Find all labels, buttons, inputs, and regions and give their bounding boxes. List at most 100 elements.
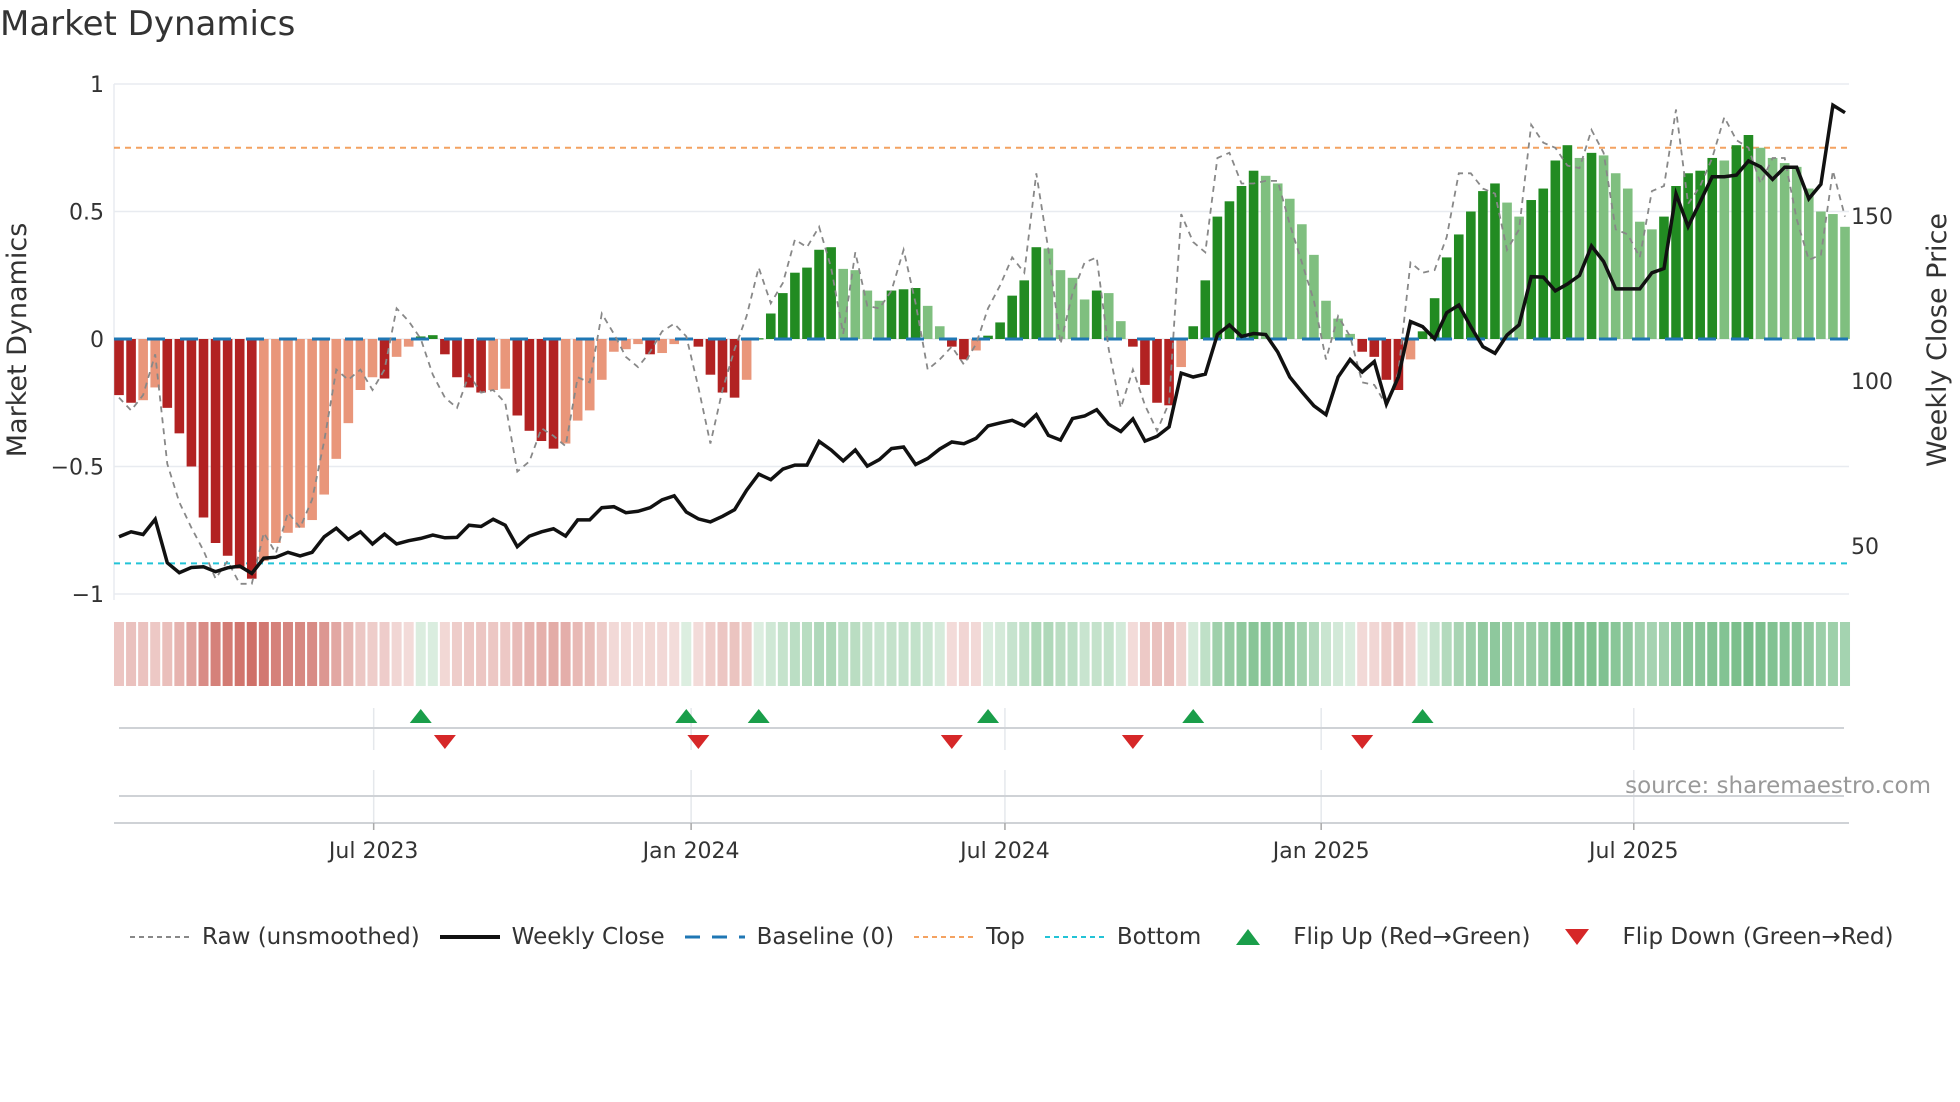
heat-strip-cell <box>258 622 269 686</box>
heat-strip-cell <box>524 622 535 686</box>
heat-strip-cell <box>439 622 450 686</box>
dynamics-bar <box>1212 216 1223 339</box>
y-right-tick-label: 150 <box>1851 205 1893 230</box>
heat-strip-cell <box>1393 622 1404 686</box>
heat-strip-cell <box>1248 622 1259 686</box>
y-axis-title: Market Dynamics <box>2 223 33 458</box>
heat-strip-cell <box>765 622 776 686</box>
dynamics-bar <box>1224 201 1235 339</box>
legend-label-baseline: Baseline (0) <box>756 924 895 950</box>
dynamics-bar <box>222 339 233 556</box>
dynamics-bar <box>1574 157 1585 339</box>
heat-strip-cell <box>1007 622 1018 686</box>
heat-strip-cell <box>355 622 366 686</box>
flip-down-marker <box>1351 735 1374 749</box>
dynamics-bar <box>1381 339 1392 380</box>
dynamics-bar <box>1091 290 1102 339</box>
dynamics-bar <box>741 339 752 380</box>
heat-strip-cell <box>1139 622 1150 686</box>
heat-strip-cell <box>343 622 354 686</box>
flip-up-marker <box>409 709 432 723</box>
heat-strip-cell <box>1743 622 1754 686</box>
dynamics-bar <box>331 339 342 459</box>
dynamics-bar <box>1441 257 1452 339</box>
heat-strip-cell <box>741 622 752 686</box>
dynamics-bar <box>295 339 305 528</box>
heat-strip-cell <box>1731 622 1742 686</box>
heat-strip-cell <box>114 622 124 686</box>
dotted-line-icon <box>1044 936 1105 938</box>
heat-strip-cell <box>1453 622 1464 686</box>
heat-strip-cell <box>234 622 245 686</box>
heat-strip-cell <box>488 622 499 686</box>
heat-strip-cell <box>1791 622 1802 686</box>
legend-item-top: Top <box>914 924 1025 950</box>
heat-strip-cell <box>331 622 342 686</box>
heat-strip-cell <box>608 622 619 686</box>
heat-strip-cell <box>1767 622 1778 686</box>
dynamics-bar <box>1550 160 1561 339</box>
heat-strip-cell <box>681 622 692 686</box>
dynamics-bar <box>283 339 293 533</box>
heat-strip-cell <box>282 622 293 686</box>
heat-strip-cell <box>693 622 704 686</box>
heat-strip-cell <box>415 622 426 686</box>
dotted-line-icon <box>914 936 975 938</box>
y-tick-label: 0 <box>90 328 104 353</box>
heat-strip-cell <box>983 622 994 686</box>
heat-strip-cell <box>705 622 716 686</box>
dynamics-bar <box>1103 293 1114 339</box>
heat-strip-cell <box>826 622 837 686</box>
dynamics-bar <box>1538 188 1549 339</box>
heat-strip-cell <box>1055 622 1066 686</box>
y-tick-label: −0.5 <box>51 456 104 481</box>
heat-strip-cell <box>1308 622 1319 686</box>
dynamics-bar <box>1321 300 1331 339</box>
heat-strip-cell <box>801 622 812 686</box>
heat-strip-cell <box>427 622 438 686</box>
heat-strip-cell <box>572 622 583 686</box>
heat-strip-cell <box>1622 622 1633 686</box>
dynamics-bar <box>1236 186 1247 339</box>
dynamics-bar <box>210 339 221 543</box>
heat-strip-cell <box>138 622 149 686</box>
heat-strip-cell <box>1296 622 1307 686</box>
heat-strip-cell <box>1803 622 1814 686</box>
dynamics-bar <box>343 339 354 424</box>
dynamics-bar <box>802 267 812 339</box>
dynamics-bar <box>959 339 969 360</box>
heat-strip-cell <box>1176 622 1187 686</box>
dynamics-bar <box>452 339 462 378</box>
dynamics-bar <box>657 339 667 354</box>
dynamics-bar <box>584 339 595 411</box>
dynamics-bar <box>355 339 366 390</box>
dynamics-bar <box>633 339 643 345</box>
heat-strip-cell <box>910 622 921 686</box>
x-tick-label: Jul 2025 <box>1587 839 1679 864</box>
dynamics-bar <box>536 339 547 441</box>
dashed-line-icon <box>130 936 190 938</box>
dynamics-bar <box>138 339 148 401</box>
dynamics-bar <box>1019 280 1030 339</box>
heat-strip-cell <box>1646 622 1657 686</box>
dynamics-bar <box>198 339 209 518</box>
dynamics-bar <box>1043 248 1054 339</box>
dynamics-bar <box>693 339 704 347</box>
triangle-down-icon <box>1565 929 1590 945</box>
axes: 1 0.5 0 −0.5 −1 150 100 50 Market Dynamics Weekly… <box>2 73 1953 864</box>
heat-strip-cell <box>500 622 511 686</box>
heat-strip-cell <box>222 622 233 686</box>
legend: Raw (unsmoothed) Weekly Close Baseline (… <box>130 924 1913 950</box>
dynamics-bar <box>1260 175 1271 339</box>
heat-strip-cell <box>1719 622 1730 686</box>
flip-down-marker <box>940 735 963 749</box>
dynamics-bar <box>1248 170 1259 339</box>
heat-strip-cell <box>1562 622 1573 686</box>
heat-strip-cell <box>1586 622 1597 686</box>
heat-strip-cell <box>1429 622 1440 686</box>
raw-line <box>118 109 1846 585</box>
dynamics-bar <box>1804 188 1814 339</box>
dynamics-bar <box>234 339 245 569</box>
heat-strip-cell <box>1079 622 1090 686</box>
heat-strip-cell <box>403 622 414 686</box>
